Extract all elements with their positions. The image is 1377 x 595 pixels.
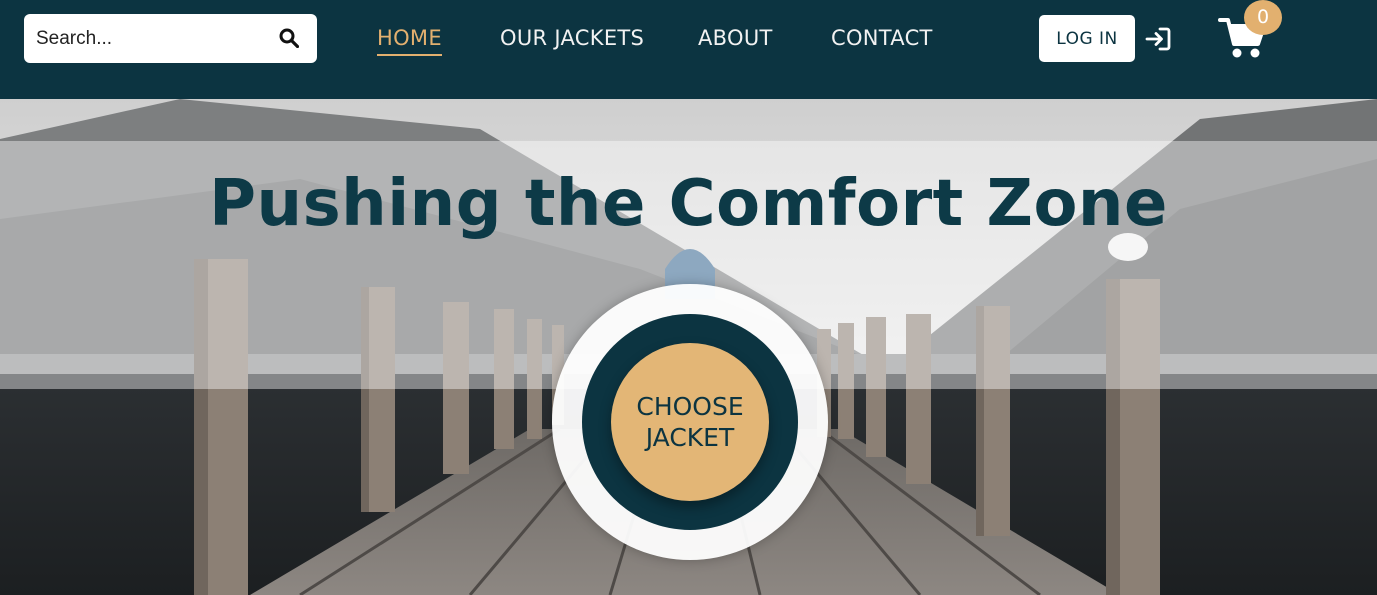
login-icon[interactable]: [1145, 25, 1173, 53]
hero-headline: Pushing the Comfort Zone: [209, 167, 1168, 241]
nav-about[interactable]: ABOUT: [698, 26, 773, 50]
search-box: [24, 14, 317, 63]
cart-count-badge: 0: [1244, 0, 1282, 35]
search-icon[interactable]: [279, 28, 299, 48]
search-input[interactable]: [24, 14, 276, 63]
login-button[interactable]: LOG IN: [1039, 15, 1135, 62]
site-header: HOME OUR JACKETS ABOUT CONTACT LOG IN 0: [0, 0, 1377, 99]
nav-home[interactable]: HOME: [377, 26, 442, 56]
hero-section: Pushing the Comfort Zone CHOOSE JACKET: [0, 99, 1377, 595]
choose-jacket-button[interactable]: CHOOSE JACKET: [611, 343, 769, 501]
nav-contact[interactable]: CONTACT: [831, 26, 933, 50]
nav-our-jackets[interactable]: OUR JACKETS: [500, 26, 644, 50]
